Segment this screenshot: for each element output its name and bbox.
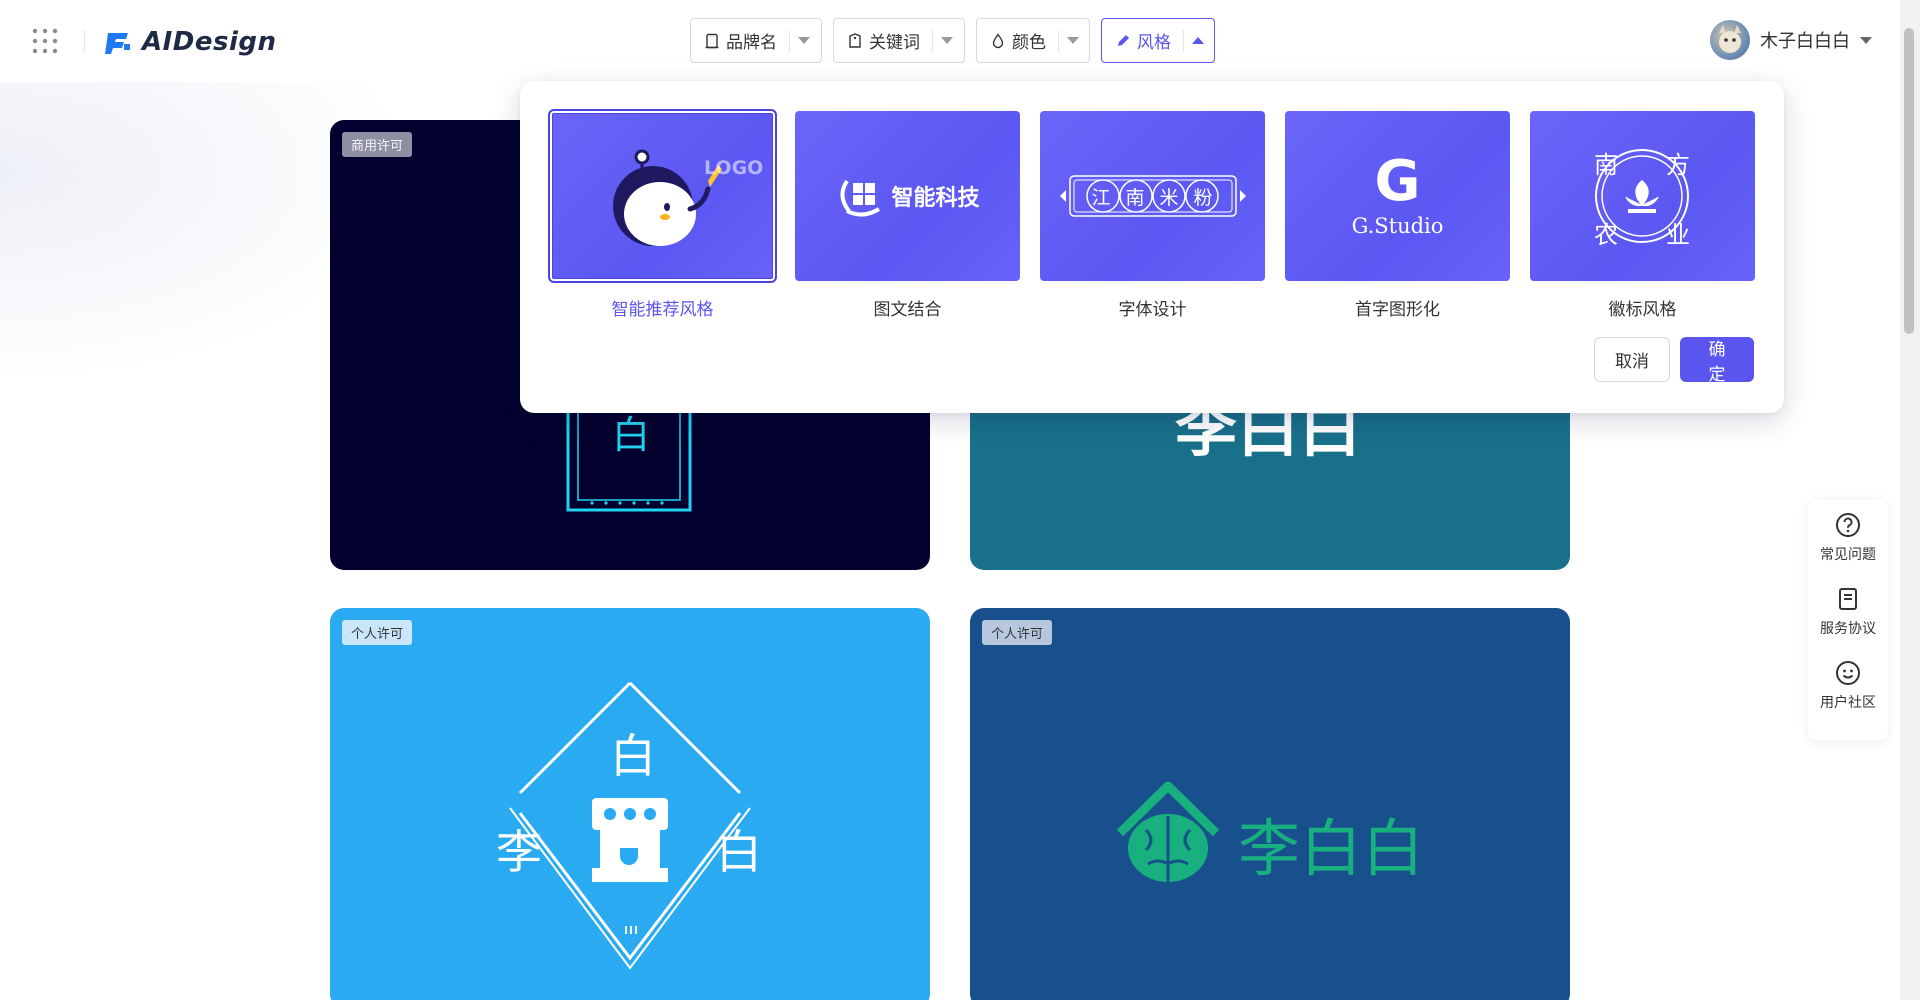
style-option-label: 图文结合 bbox=[873, 300, 942, 320]
top-header: AIDesign 品牌名 关键词 颜色 风格 木子白白白 bbox=[0, 0, 1900, 82]
logo-text: 白 bbox=[716, 825, 762, 879]
document-icon bbox=[703, 32, 721, 50]
thumb-text: LOGO bbox=[704, 157, 764, 179]
style-filter[interactable]: 风格 bbox=[1101, 18, 1215, 63]
panel-actions: 取消 确定 bbox=[1594, 337, 1754, 385]
color-filter[interactable]: 颜色 bbox=[976, 18, 1090, 63]
chevron-down-icon bbox=[1860, 36, 1872, 44]
cancel-button[interactable]: 取消 bbox=[1594, 337, 1670, 382]
filter-divider bbox=[789, 29, 790, 52]
aidesign-logo-icon bbox=[105, 33, 130, 54]
confirm-button[interactable]: 确定 bbox=[1680, 337, 1754, 385]
style-option-smart[interactable]: LOGO 智能推荐风格 bbox=[548, 109, 777, 320]
logo-text: 李白白 bbox=[1238, 812, 1425, 885]
grid-mark-icon bbox=[840, 179, 881, 217]
robot-mascot-icon bbox=[613, 149, 722, 246]
filter-label: 颜色 bbox=[1012, 33, 1046, 53]
brush-icon bbox=[1114, 32, 1132, 50]
question-icon bbox=[1836, 513, 1860, 537]
filter-label: 关键词 bbox=[869, 33, 920, 53]
filter-label: 品牌名 bbox=[726, 33, 777, 53]
style-thumbnail: 智能科技 bbox=[795, 111, 1020, 281]
community-link[interactable]: 用户社区 bbox=[1820, 660, 1876, 712]
chevron-down-icon bbox=[1067, 37, 1079, 44]
brand-name-filter[interactable]: 品牌名 bbox=[690, 18, 822, 63]
thumb-text: 业 bbox=[1666, 221, 1690, 249]
user-name: 木子白白白 bbox=[1760, 31, 1850, 52]
filter-label: 风格 bbox=[1137, 33, 1171, 53]
float-label: 常见问题 bbox=[1820, 547, 1876, 563]
filter-divider bbox=[932, 29, 933, 52]
app-name: AIDesign bbox=[142, 27, 277, 57]
apps-grid-icon[interactable] bbox=[30, 26, 60, 56]
scrollbar-thumb[interactable] bbox=[1904, 28, 1914, 334]
style-option-label: 首字图形化 bbox=[1355, 300, 1440, 320]
thumb-text: 农 bbox=[1594, 221, 1618, 249]
filter-divider bbox=[1058, 29, 1059, 52]
chevron-up-icon bbox=[1192, 37, 1204, 44]
logo-card[interactable]: 个人许可 李白白 bbox=[970, 608, 1570, 1000]
style-thumbnail: 南 方 农 业 bbox=[1530, 111, 1755, 281]
logo-preview bbox=[509, 681, 751, 970]
filter-bar: 品牌名 关键词 颜色 风格 bbox=[690, 18, 1215, 63]
style-dropdown-panel: LOGO 智能推荐风格 智能科技 图文结合 江南米粉 字体设计 G G.Stud… bbox=[520, 81, 1784, 413]
style-option-initial-graphic[interactable]: G G.Studio 首字图形化 bbox=[1285, 111, 1510, 320]
style-options: LOGO 智能推荐风格 智能科技 图文结合 江南米粉 字体设计 G G.Stud… bbox=[548, 109, 1755, 320]
header-divider bbox=[84, 30, 85, 52]
droplet-icon bbox=[989, 32, 1007, 50]
style-option-typography[interactable]: 江南米粉 字体设计 bbox=[1040, 111, 1265, 320]
keyword-filter[interactable]: 关键词 bbox=[833, 18, 965, 63]
tag-icon bbox=[846, 32, 864, 50]
thumb-text: 江南米粉 bbox=[1091, 186, 1228, 209]
style-option-image-text[interactable]: 智能科技 图文结合 bbox=[795, 111, 1020, 320]
thumb-letter: G bbox=[1374, 149, 1421, 214]
thumb-text: 南 bbox=[1594, 151, 1618, 179]
thumb-text: 智能科技 bbox=[891, 186, 980, 211]
emblem-ring-icon bbox=[1595, 149, 1689, 243]
app-logo[interactable]: AIDesign bbox=[104, 24, 277, 60]
style-thumbnail: 江南米粉 bbox=[1040, 111, 1265, 281]
style-thumbnail: LOGO bbox=[548, 109, 777, 283]
thumb-text: G.Studio bbox=[1351, 214, 1444, 238]
chevron-down-icon bbox=[941, 37, 953, 44]
style-option-label: 字体设计 bbox=[1118, 300, 1187, 320]
style-thumbnail: G G.Studio bbox=[1285, 111, 1510, 281]
avatar bbox=[1710, 20, 1750, 60]
logo-card[interactable]: 个人许可 白 李 白 bbox=[330, 608, 930, 1000]
user-menu[interactable]: 木子白白白 bbox=[1710, 20, 1872, 60]
style-option-label: 智能推荐风格 bbox=[611, 300, 714, 320]
service-agreement-link[interactable]: 服务协议 bbox=[1820, 586, 1876, 638]
help-float-bar: 常见问题 服务协议 用户社区 bbox=[1808, 500, 1888, 740]
logo-text: 白 bbox=[610, 729, 656, 783]
document-icon bbox=[1839, 588, 1857, 610]
logo-text: 李 bbox=[496, 825, 542, 879]
faq-link[interactable]: 常见问题 bbox=[1820, 512, 1876, 564]
thumb-text: 方 bbox=[1666, 151, 1690, 179]
filter-divider bbox=[1183, 29, 1184, 52]
smile-icon bbox=[1836, 661, 1860, 685]
chevron-down-icon bbox=[798, 37, 810, 44]
float-label: 服务协议 bbox=[1820, 621, 1876, 637]
float-label: 用户社区 bbox=[1820, 695, 1876, 711]
style-option-emblem[interactable]: 南 方 农 业 徽标风格 bbox=[1530, 111, 1755, 320]
style-option-label: 徽标风格 bbox=[1608, 300, 1677, 320]
